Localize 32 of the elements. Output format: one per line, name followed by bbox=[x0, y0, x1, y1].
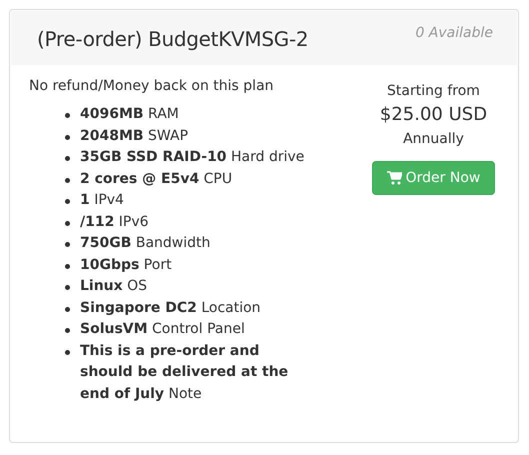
bullet-icon bbox=[65, 156, 70, 161]
feature-text: 4096MB RAM bbox=[80, 105, 180, 124]
price-prefix: Starting from bbox=[387, 82, 480, 101]
feature-text: This is a pre-order and should be delivered at the end of July Note bbox=[80, 342, 290, 404]
price-text: $25.00 USD bbox=[380, 103, 488, 127]
bullet-icon bbox=[65, 242, 70, 247]
feature-text: SolusVM Control Panel bbox=[80, 320, 246, 339]
feature-text: 2048MB SWAP bbox=[80, 126, 190, 146]
bullet-icon bbox=[65, 264, 70, 268]
bullet-icon bbox=[65, 306, 70, 312]
bullet-icon bbox=[65, 134, 70, 140]
bullet-icon bbox=[65, 178, 70, 182]
feature-text: 2 cores @ E5v4 CPU bbox=[80, 170, 234, 188]
cart-icon bbox=[386, 171, 402, 185]
bullet-icon bbox=[65, 328, 70, 333]
feature-text: /112 IPv6 bbox=[80, 212, 150, 232]
billing-cycle: Annually bbox=[403, 130, 464, 149]
feature-text: 750GB Bandwidth bbox=[80, 234, 212, 253]
plan-note: No refund/Money back on this plan bbox=[29, 78, 275, 94]
bullet-icon bbox=[65, 350, 70, 354]
order-button[interactable]: Order Now bbox=[372, 161, 496, 195]
availability-text: 0 Available bbox=[415, 25, 493, 41]
bullet-icon bbox=[65, 285, 70, 290]
plan-title: (Pre-order) BudgetKVMSG-2 bbox=[37, 27, 308, 51]
feature-text: 35GB SSD RAID-10 Hard drive bbox=[80, 148, 306, 167]
feature-text: Linux OS bbox=[80, 277, 148, 296]
bullet-icon bbox=[65, 199, 70, 204]
feature-text: 10Gbps Port bbox=[80, 256, 173, 274]
feature-text: 1 IPv4 bbox=[80, 191, 125, 210]
bullet-icon bbox=[65, 220, 70, 226]
bullet-icon bbox=[65, 113, 70, 118]
feature-text: Singapore DC2 Location bbox=[80, 298, 262, 318]
